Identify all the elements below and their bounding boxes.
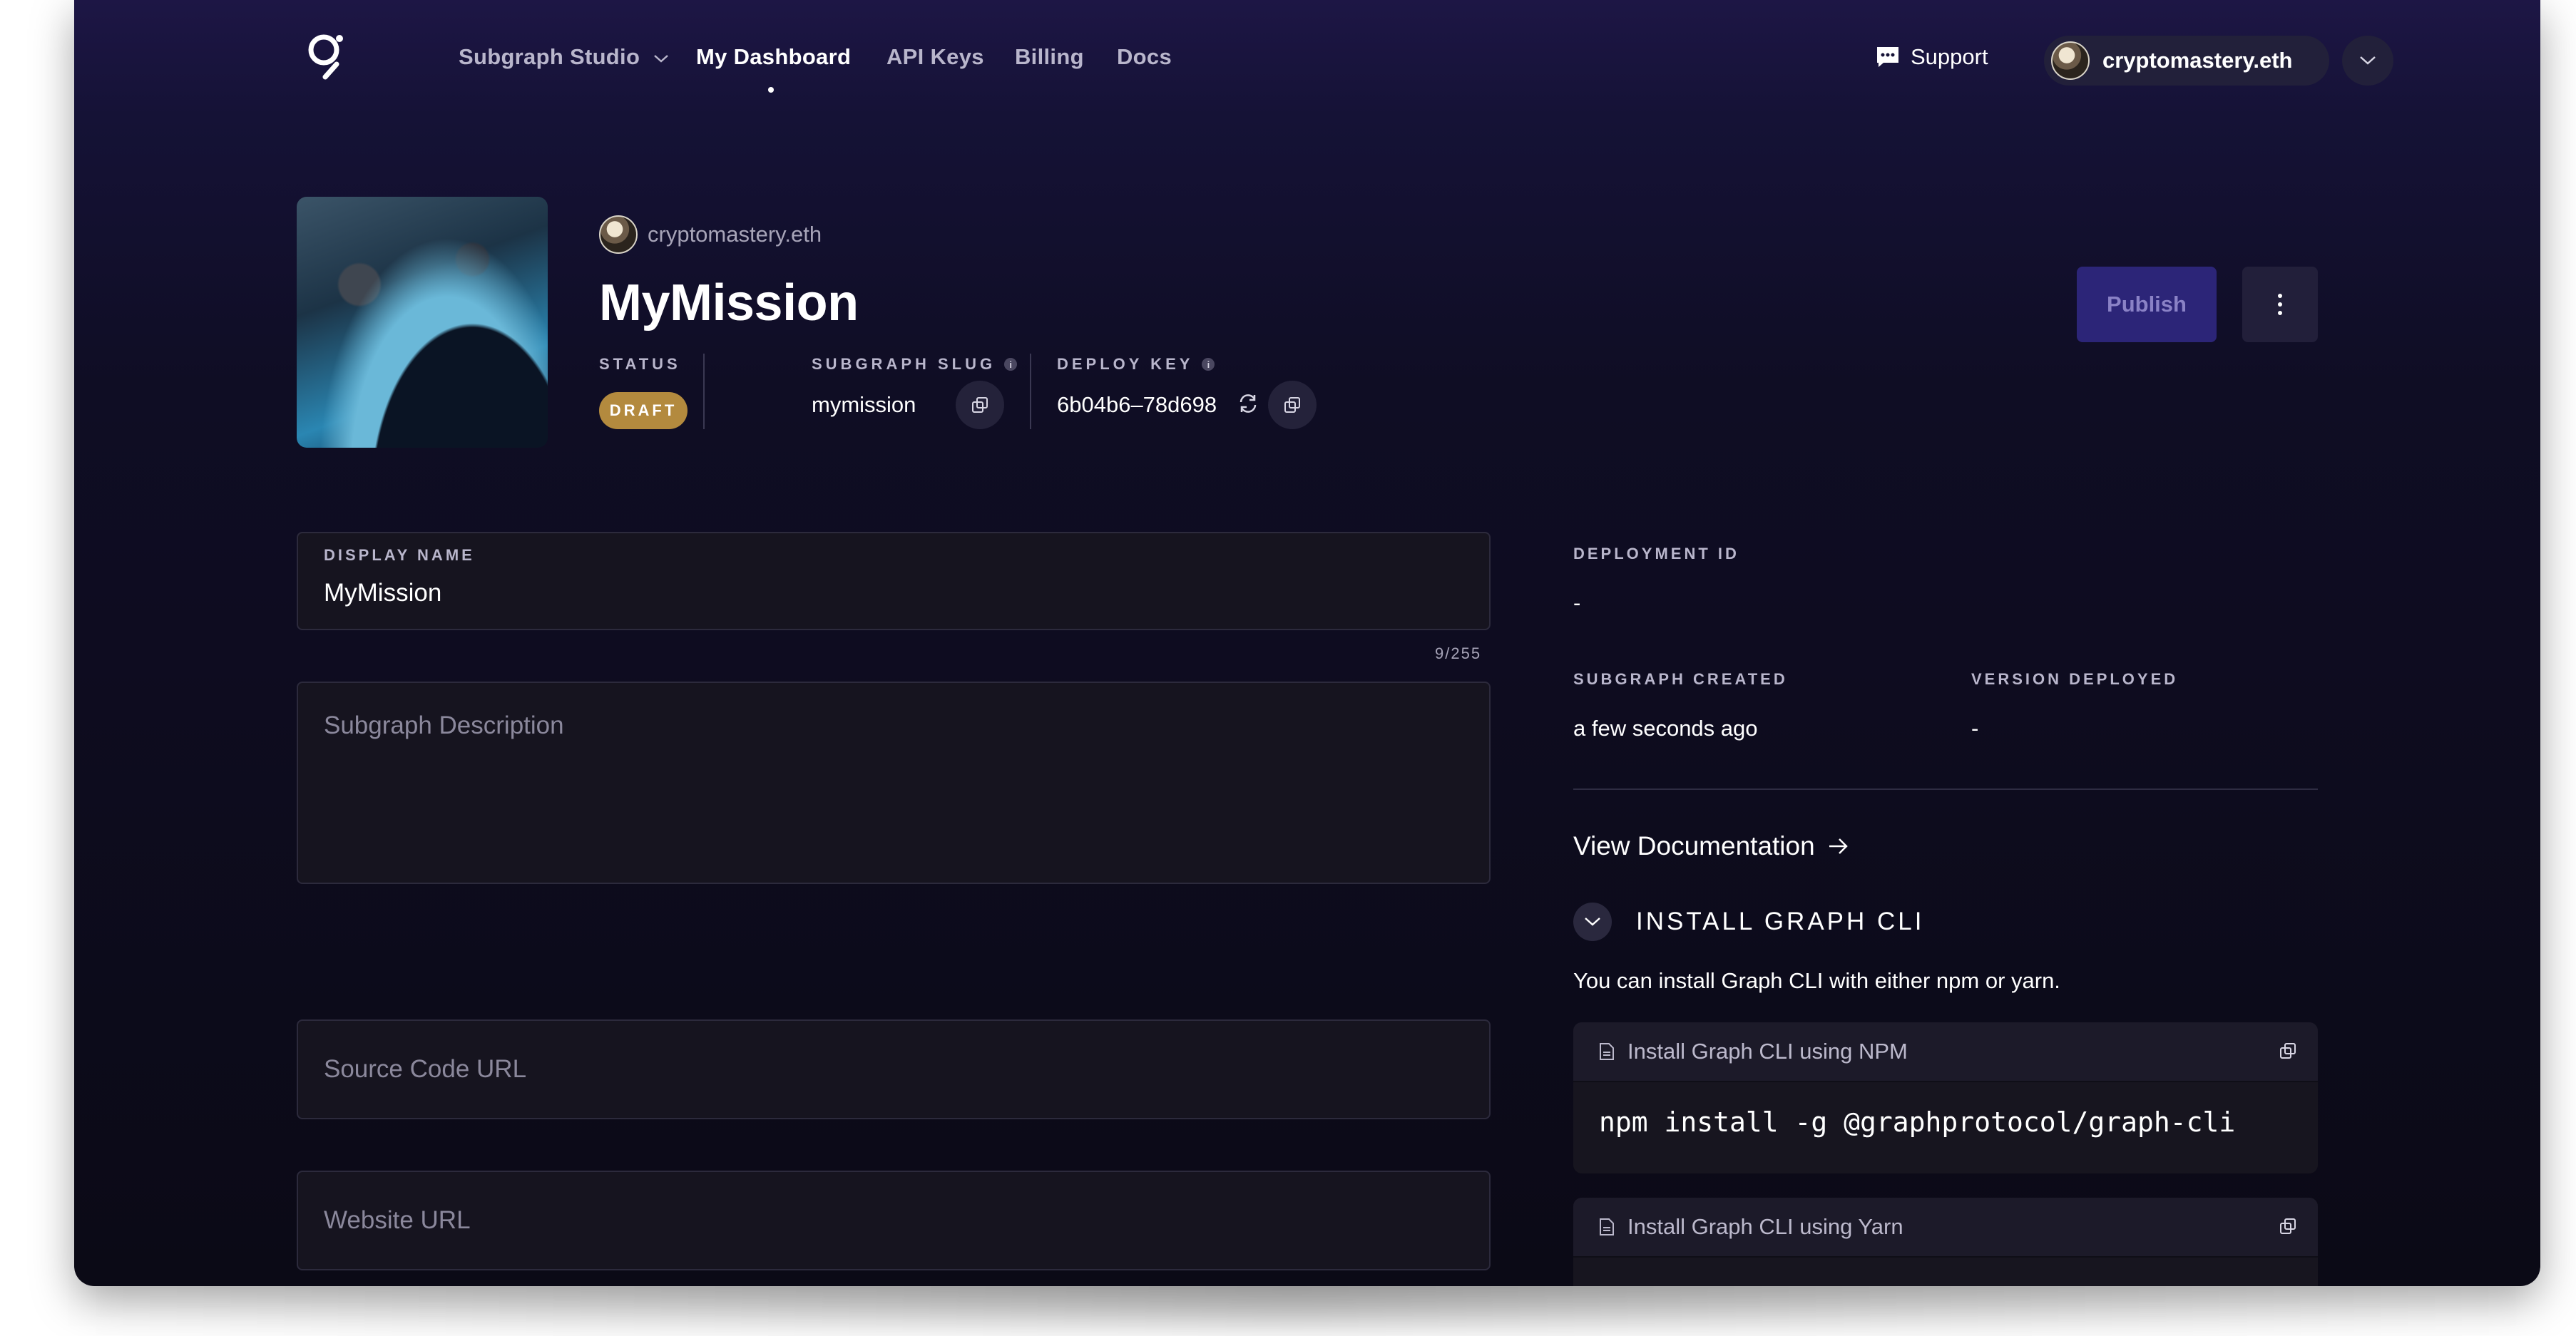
slug-label: SUBGRAPH SLUG i	[812, 355, 1018, 374]
version-deployed-label: VERSION DEPLOYED	[1971, 670, 2179, 688]
avatar	[2051, 41, 2090, 80]
yarn-card-title: Install Graph CLI using Yarn	[1627, 1214, 1903, 1239]
studio-dropdown-label: Subgraph Studio	[459, 44, 640, 69]
copy-deploy-key-button[interactable]	[1268, 381, 1317, 429]
npm-install-card: Install Graph CLI using NPM npm install …	[1573, 1022, 2318, 1173]
slug-value: mymission	[812, 392, 916, 417]
deploy-key-label: DEPLOY KEY i	[1057, 355, 1215, 374]
nav-billing[interactable]: Billing	[1015, 44, 1084, 70]
chat-bubble-icon	[1877, 47, 1898, 67]
owner-avatar	[599, 215, 638, 254]
file-icon	[1600, 1218, 1614, 1235]
divider	[1573, 788, 2318, 790]
deployment-id-label: DEPLOYMENT ID	[1573, 545, 1739, 562]
owner-row: cryptomastery.eth	[599, 215, 822, 254]
view-documentation-label: View Documentation	[1573, 831, 1815, 860]
copy-icon[interactable]	[2279, 1218, 2296, 1235]
chevron-down-icon	[2360, 56, 2376, 65]
description-placeholder: Subgraph Description	[324, 711, 564, 739]
subgraph-image[interactable]	[297, 197, 548, 448]
nav-docs[interactable]: Docs	[1117, 44, 1172, 70]
description-field[interactable]: Subgraph Description	[297, 682, 1491, 884]
copy-icon[interactable]	[2279, 1042, 2296, 1059]
refresh-icon[interactable]	[1237, 392, 1259, 415]
source-code-url-field[interactable]: Source Code URL	[297, 1019, 1491, 1119]
install-cli-toggle[interactable]: INSTALL GRAPH CLI	[1573, 903, 1924, 941]
meta-divider	[703, 354, 705, 429]
account-dropdown-button[interactable]	[2342, 36, 2393, 86]
collapse-button[interactable]	[1573, 903, 1612, 941]
deploy-key-label-text: DEPLOY KEY	[1057, 355, 1194, 373]
install-cli-description: You can install Graph CLI with either np…	[1573, 968, 2060, 993]
display-name-input[interactable]: MyMission	[324, 579, 441, 607]
more-vertical-icon	[2278, 294, 2282, 315]
slug-label-text: SUBGRAPH SLUG	[812, 355, 996, 373]
copy-icon	[972, 397, 988, 413]
nav-my-dashboard[interactable]: My Dashboard	[696, 44, 851, 70]
view-documentation-link[interactable]: View Documentation	[1573, 831, 1849, 861]
publish-button[interactable]: Publish	[2077, 267, 2217, 342]
deployment-id-value: -	[1573, 590, 1581, 615]
subgraph-created-label: SUBGRAPH CREATED	[1573, 670, 1788, 688]
owner-name: cryptomastery.eth	[648, 222, 822, 247]
character-counter: 9/255	[1435, 644, 1482, 662]
studio-dropdown[interactable]: Subgraph Studio	[459, 44, 669, 70]
website-placeholder: Website URL	[324, 1206, 471, 1234]
arrow-right-icon	[1829, 838, 1848, 854]
support-link[interactable]: Support	[1875, 44, 1988, 70]
deploy-key-value: 6b04b6–78d698	[1057, 392, 1217, 417]
app-window: Subgraph Studio My Dashboard API Keys Bi…	[74, 0, 2540, 1286]
yarn-card-header: Install Graph CLI using Yarn	[1573, 1198, 2318, 1258]
meta-divider	[1030, 354, 1031, 429]
top-nav: Subgraph Studio My Dashboard API Keys Bi…	[74, 0, 2540, 121]
status-label: STATUS	[599, 355, 681, 374]
support-label: Support	[1911, 44, 1988, 69]
website-url-field[interactable]: Website URL	[297, 1171, 1491, 1270]
chevron-down-icon	[654, 54, 668, 63]
info-icon[interactable]: i	[1004, 358, 1018, 371]
subgraph-created-value: a few seconds ago	[1573, 716, 1758, 741]
info-icon[interactable]: i	[1202, 358, 1215, 371]
more-options-button[interactable]	[2242, 267, 2318, 342]
user-name: cryptomastery.eth	[2102, 48, 2293, 73]
npm-card-header: Install Graph CLI using NPM	[1573, 1022, 2318, 1082]
display-name-field[interactable]: DISPLAY NAME MyMission	[297, 532, 1491, 630]
source-code-placeholder: Source Code URL	[324, 1055, 527, 1083]
install-cli-title: INSTALL GRAPH CLI	[1636, 908, 1925, 935]
yarn-install-card: Install Graph CLI using Yarn	[1573, 1198, 2318, 1286]
status-label-text: STATUS	[599, 355, 681, 373]
npm-command[interactable]: npm install -g @graphprotocol/graph-cli	[1573, 1082, 2318, 1162]
graph-logo-icon[interactable]	[304, 33, 347, 83]
user-menu[interactable]: cryptomastery.eth	[2044, 36, 2329, 86]
display-name-label: DISPLAY NAME	[324, 546, 475, 564]
page-title: MyMission	[599, 274, 859, 332]
copy-icon	[1284, 397, 1300, 413]
chevron-down-icon	[1585, 918, 1600, 926]
status-badge: DRAFT	[599, 392, 688, 429]
file-icon	[1600, 1043, 1614, 1060]
copy-slug-button[interactable]	[956, 381, 1004, 429]
nav-api-keys[interactable]: API Keys	[886, 44, 984, 70]
version-deployed-value: -	[1971, 716, 1979, 741]
active-indicator	[768, 87, 774, 93]
npm-card-title: Install Graph CLI using NPM	[1627, 1039, 1908, 1064]
